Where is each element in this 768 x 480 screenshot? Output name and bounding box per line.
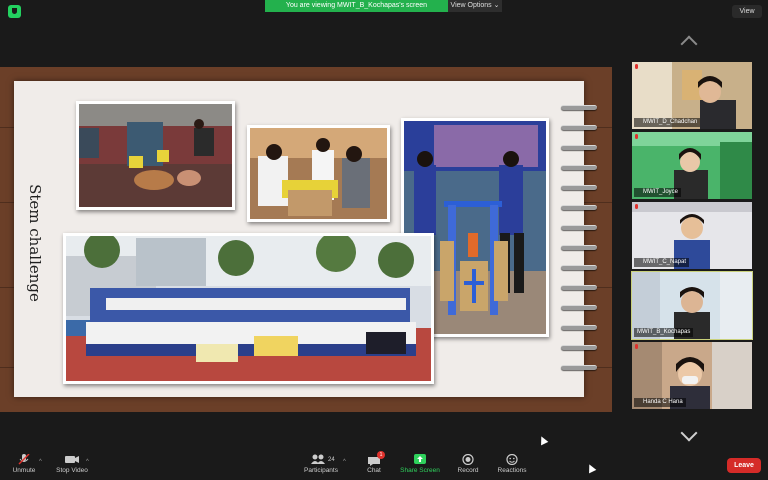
participants-count: 24 <box>328 457 335 463</box>
reactions-label: Reactions <box>497 467 527 474</box>
share-screen-button[interactable]: Share Screen <box>398 450 442 480</box>
shared-screen-slide: Stem challenge <box>0 67 612 412</box>
binder-ring <box>561 265 597 270</box>
robot-workshop-image <box>79 104 232 207</box>
group-photo <box>63 233 434 384</box>
leave-button[interactable]: Leave <box>727 458 761 473</box>
muted-mic-icon <box>635 134 638 139</box>
participant-tile[interactable]: Handa C Hana <box>632 342 752 409</box>
reactions-button[interactable]: Reactions <box>494 450 530 480</box>
binder-ring <box>561 285 597 290</box>
participant-tile[interactable]: MWIT_D_Chadchan <box>632 62 752 129</box>
share-screen-label: Share Screen <box>400 467 440 474</box>
participant-tile-active-speaker[interactable]: MWIT_B_Kochapas <box>631 271 753 340</box>
unmute-button[interactable]: Unmute <box>6 450 42 480</box>
security-shield-icon[interactable] <box>8 5 21 18</box>
binder-ring <box>561 165 597 170</box>
binder-ring <box>561 125 597 130</box>
muted-mic-icon <box>635 344 638 349</box>
binder-ring <box>561 325 597 330</box>
gallery-prev-chevron-icon[interactable] <box>680 35 698 53</box>
chat-unread-badge: 1 <box>377 451 385 459</box>
students-building-image <box>250 128 387 219</box>
muted-mic-icon <box>635 204 638 209</box>
participants-label: Participants <box>304 467 338 474</box>
participant-name: MWIT_B_Kochapas <box>634 328 694 337</box>
view-button[interactable]: View <box>732 5 762 18</box>
gallery-next-chevron-icon[interactable] <box>680 424 698 442</box>
students-building-photo <box>247 125 390 222</box>
participant-name: MWIT_Joyce <box>634 188 682 197</box>
remote-cursor-icon <box>537 434 549 446</box>
zoom-meeting-window: You are viewing MWIT_B_Kochapas's screen… <box>0 0 768 480</box>
binder-ring <box>561 145 597 150</box>
binder-ring <box>561 205 597 210</box>
chat-button[interactable]: 1 Chat <box>361 450 387 480</box>
record-icon <box>462 454 474 465</box>
participant-name: Handa C Hana <box>634 398 686 407</box>
share-screen-icon <box>414 454 426 464</box>
participants-options-chevron-icon[interactable]: ^ <box>343 459 346 465</box>
participants-button[interactable]: Participants <box>300 450 342 480</box>
participant-tile[interactable]: MWIT_C_Napat <box>632 202 752 269</box>
participant-name: MWIT_D_Chadchan <box>634 118 701 127</box>
slide-title: Stem challenge <box>26 184 44 302</box>
participant-name: MWIT_C_Napat <box>634 258 690 267</box>
record-button[interactable]: Record <box>453 450 483 480</box>
binder-ring <box>561 225 597 230</box>
participant-tile[interactable]: MWIT_Joyce <box>632 132 752 199</box>
video-options-chevron-icon[interactable]: ^ <box>86 459 89 465</box>
muted-mic-icon <box>635 64 638 69</box>
binder-ring <box>561 245 597 250</box>
binder-ring <box>561 185 597 190</box>
binder-ring <box>561 305 597 310</box>
chat-label: Chat <box>367 467 381 474</box>
group-image <box>66 236 431 381</box>
viewing-screen-banner: You are viewing MWIT_B_Kochapas's screen <box>265 0 448 12</box>
robot-workshop-photo <box>76 101 235 210</box>
binder-ring <box>561 365 597 370</box>
unmute-label: Unmute <box>12 467 36 474</box>
view-options-dropdown[interactable]: View Options ⌄ <box>448 0 502 12</box>
binder-ring <box>561 105 597 110</box>
reactions-smiley-icon <box>506 454 518 465</box>
audio-options-chevron-icon[interactable]: ^ <box>39 459 42 465</box>
binder-ring <box>561 345 597 350</box>
chat-icon: 1 <box>366 451 385 466</box>
muted-microphone-icon <box>18 454 30 465</box>
stop-video-label: Stop Video <box>56 467 88 474</box>
record-label: Record <box>457 467 479 474</box>
stop-video-button[interactable]: Stop Video <box>52 450 92 480</box>
meeting-toolbar: Unmute ^ Stop Video ^ Participants 24 ^ <box>0 450 768 480</box>
video-camera-icon <box>65 456 79 463</box>
